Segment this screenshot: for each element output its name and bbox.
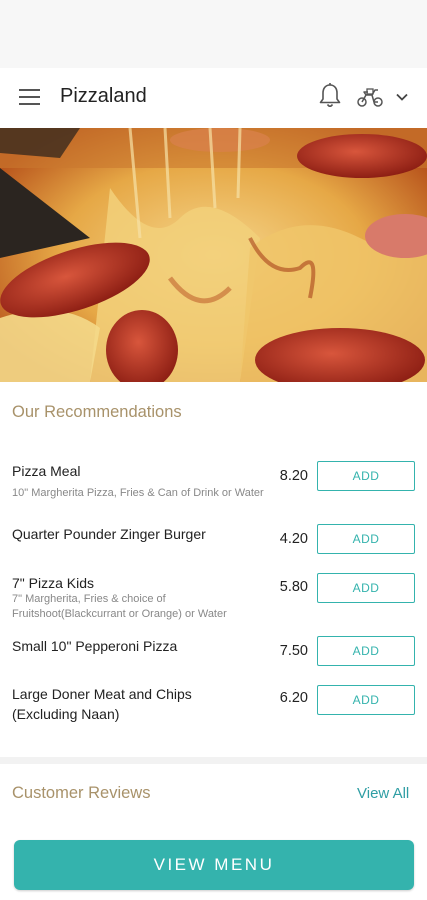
item-name: Small 10" Pepperoni Pizza bbox=[12, 638, 178, 654]
delivery-scooter-icon[interactable] bbox=[356, 86, 384, 108]
app-bar: Pizzaland bbox=[0, 68, 427, 128]
item-price: 4.20 bbox=[279, 531, 308, 547]
view-menu-button[interactable]: VIEW MENU bbox=[14, 840, 414, 890]
bell-icon[interactable] bbox=[318, 82, 342, 110]
recommendations-title: Our Recommendations bbox=[12, 403, 182, 421]
menu-icon[interactable] bbox=[19, 88, 40, 106]
view-all-link[interactable]: View All bbox=[357, 785, 409, 802]
chevron-down-icon[interactable] bbox=[395, 90, 409, 104]
item-description: 7" Margherita, Fries & choice of Fruitsh… bbox=[12, 593, 227, 620]
pizza-photo-image bbox=[0, 128, 427, 382]
item-price: 8.20 bbox=[279, 468, 308, 484]
add-button[interactable]: ADD bbox=[317, 573, 415, 603]
item-price: 6.20 bbox=[279, 690, 308, 706]
add-button[interactable]: ADD bbox=[317, 685, 415, 715]
item-name: 7" Pizza Kids bbox=[12, 575, 95, 591]
add-button[interactable]: ADD bbox=[317, 461, 415, 491]
add-button[interactable]: ADD bbox=[317, 636, 415, 666]
section-divider bbox=[0, 757, 427, 764]
customer-reviews-title: Customer Reviews bbox=[12, 784, 151, 802]
item-name: Quarter Pounder Zinger Burger bbox=[12, 526, 206, 542]
status-bar-area bbox=[0, 0, 427, 68]
item-price: 7.50 bbox=[279, 643, 308, 659]
app-title: Pizzaland bbox=[60, 85, 147, 107]
item-description: 10" Margherita Pizza, Fries & Can of Dri… bbox=[12, 487, 264, 499]
item-price: 5.80 bbox=[279, 579, 308, 595]
hero-image bbox=[0, 128, 427, 382]
item-name: Pizza Meal bbox=[12, 463, 81, 479]
item-name: Large Doner Meat and Chips (Excluding Na… bbox=[12, 686, 192, 722]
add-button[interactable]: ADD bbox=[317, 524, 415, 554]
